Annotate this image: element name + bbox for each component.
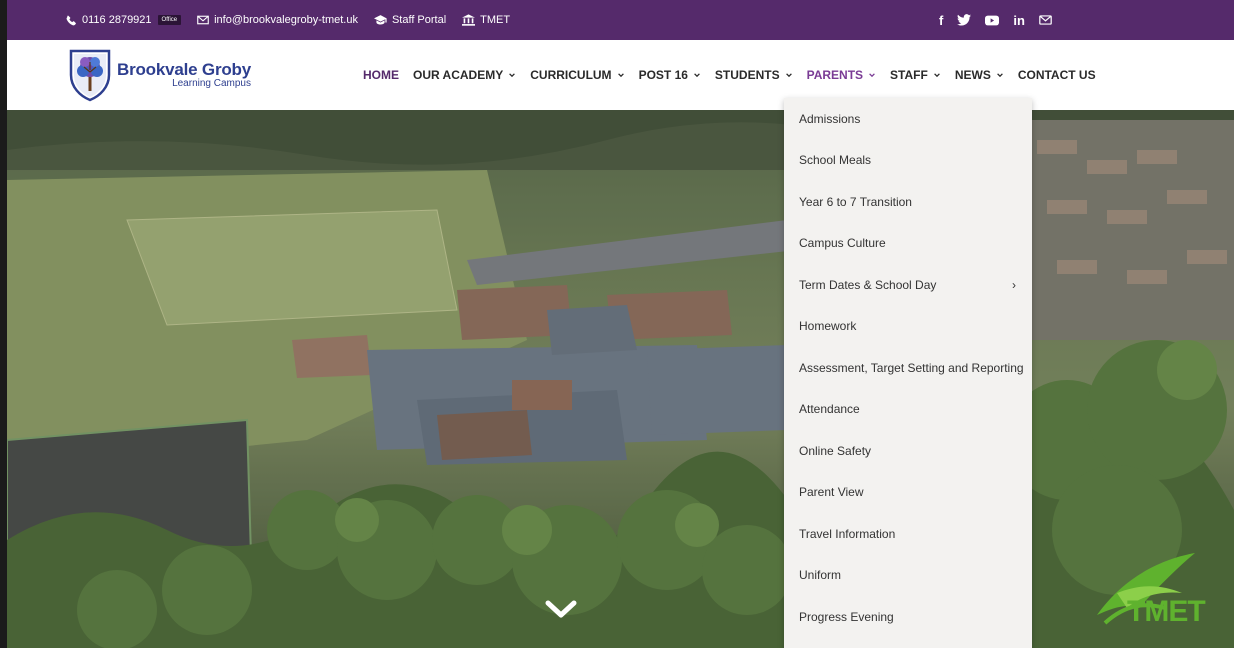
parents-menu-item-label: Homework: [799, 319, 857, 334]
parents-menu-item[interactable]: Admissions: [784, 98, 1032, 140]
staff-portal-label: Staff Portal: [391, 14, 447, 26]
logo-text: Brookvale Groby Learning Campus: [117, 61, 251, 89]
chevron-right-icon: ›: [1012, 277, 1016, 292]
phone-icon: [66, 15, 76, 25]
chevron-down-icon: [694, 73, 700, 78]
office-badge: Office: [157, 15, 182, 25]
mail-icon[interactable]: [1039, 15, 1052, 25]
chevron-down-icon: [785, 73, 792, 78]
nav-item-label: POST 16: [638, 68, 688, 82]
chevron-down-icon: [933, 73, 940, 78]
tmet-logo-text: TMET: [1127, 595, 1206, 628]
nav-item-label: CURRICULUM: [530, 68, 612, 82]
email-link[interactable]: info@brookvalegroby-tmet.uk: [197, 14, 358, 26]
chevron-down-icon: [996, 73, 1003, 78]
nav-item-label: HOME: [363, 68, 399, 82]
nav-item-label: STAFF: [890, 68, 928, 82]
twitter-icon[interactable]: [957, 14, 972, 26]
chevron-down-icon: [869, 73, 875, 78]
top-bar-contacts: 0116 2879921 Office info@brookvalegroby-…: [66, 0, 526, 40]
parents-menu-item-label: Term Dates & School Day: [799, 277, 937, 292]
tmet-label: TMET: [480, 14, 511, 26]
institution-icon: [462, 14, 476, 26]
linkedin-icon[interactable]: in: [1013, 13, 1025, 28]
graduation-cap-icon: [373, 15, 387, 25]
envelope-icon: [197, 15, 209, 25]
nav-item-students[interactable]: STUDENTS: [715, 68, 793, 82]
chevron-down-icon: [509, 73, 516, 78]
site-header: Brookvale Groby Learning Campus HOME OUR …: [7, 40, 1234, 110]
nav-item-post-16[interactable]: POST 16: [639, 68, 701, 82]
parents-menu-item[interactable]: Homework: [784, 306, 1032, 348]
parents-menu-item-label: Attendance: [799, 402, 860, 417]
tmet-logo[interactable]: TMET: [1087, 553, 1227, 633]
parents-menu-item-label: Progress Evening: [799, 609, 894, 624]
logo-title: Brookvale Groby: [117, 60, 251, 79]
nav-item-parents[interactable]: PARENTS: [807, 68, 876, 82]
nav-item-contact-us[interactable]: CONTACT US: [1018, 68, 1096, 82]
parents-menu-item[interactable]: Parent View: [784, 472, 1032, 514]
tmet-link[interactable]: TMET: [462, 14, 510, 26]
parents-menu-item[interactable]: Assessment, Target Setting and Reporting: [784, 347, 1032, 389]
nav-item-our-academy[interactable]: OUR ACADEMY: [413, 68, 516, 82]
phone-link[interactable]: 0116 2879921 Office: [66, 14, 182, 26]
parents-menu-item[interactable]: School Meals: [784, 140, 1032, 182]
nav-item-staff[interactable]: STAFF: [890, 68, 941, 82]
chevron-down-icon[interactable]: [544, 597, 578, 621]
parents-menu-item-label: School Meals: [799, 153, 872, 168]
parents-menu-item-label: Online Safety: [799, 443, 872, 458]
email-address: info@brookvalegroby-tmet.uk: [214, 14, 358, 26]
logo-subtitle: Learning Campus: [172, 78, 251, 89]
parents-menu-item[interactable]: Uniform: [784, 555, 1032, 597]
nav-item-label: NEWS: [954, 68, 991, 82]
youtube-icon[interactable]: [985, 15, 1000, 26]
parents-menu-item-label: Travel Information: [799, 526, 896, 541]
nav-item-label: STUDENTS: [714, 68, 780, 82]
top-bar: 0116 2879921 Office info@brookvalegroby-…: [7, 0, 1234, 40]
nav-item-label: PARENTS: [806, 68, 864, 82]
parents-menu-item[interactable]: Term Dates & School Day ›: [784, 264, 1032, 306]
parents-menu-item-label: Parent View: [799, 485, 864, 500]
tree-crest-icon: [69, 49, 111, 102]
parents-menu-item-label: Campus Culture: [799, 236, 886, 251]
nav-item-home[interactable]: HOME: [363, 68, 399, 82]
staff-portal-link[interactable]: Staff Portal: [373, 14, 447, 26]
parents-menu-item[interactable]: Progress Evening: [784, 596, 1032, 638]
parents-menu-item-label: Uniform: [799, 568, 842, 583]
nav-item-curriculum[interactable]: CURRICULUM: [530, 68, 624, 82]
parents-menu-item-label: Admissions: [799, 111, 861, 126]
parents-menu-item[interactable]: Attendance: [784, 389, 1032, 431]
phone-number: 0116 2879921: [82, 14, 152, 26]
parents-menu-item[interactable]: Year 6 to 7 Transition: [784, 181, 1032, 223]
social-links: f in: [939, 0, 1052, 40]
page: 0116 2879921 Office info@brookvalegroby-…: [7, 0, 1234, 648]
parents-dropdown-menu: Admissions School Meals Year 6 to 7 Transi…: [784, 98, 1032, 648]
nav-item-label: CONTACT US: [1017, 68, 1096, 82]
parents-menu-item[interactable]: Travel Information: [784, 513, 1032, 555]
facebook-icon[interactable]: f: [939, 13, 943, 28]
parents-menu-item-label: Year 6 to 7 Transition: [799, 194, 912, 209]
aerial-campus-scene: [7, 110, 1234, 648]
nav-item-label: OUR ACADEMY: [413, 68, 504, 82]
parents-menu-item[interactable]: Campus Culture: [784, 223, 1032, 265]
nav-item-news[interactable]: NEWS: [955, 68, 1004, 82]
hero-aerial-photo: [7, 110, 1234, 648]
parents-menu-item[interactable]: Online Safety: [784, 430, 1032, 472]
chevron-down-icon: [617, 73, 624, 78]
site-logo[interactable]: Brookvale Groby Learning Campus: [68, 48, 251, 102]
parents-menu-item-label: Assessment, Target Setting and Reporting: [799, 360, 1024, 375]
